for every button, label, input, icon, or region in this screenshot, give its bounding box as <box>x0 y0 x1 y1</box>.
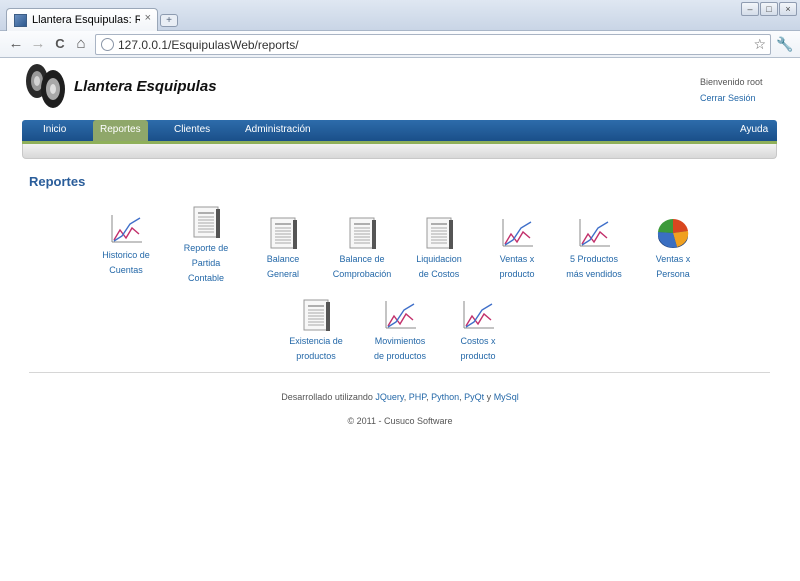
home-icon[interactable]: ⌂ <box>72 35 90 53</box>
line-chart-icon <box>477 216 557 250</box>
report-link[interactable]: Historico de Cuentas <box>86 212 166 278</box>
php-link[interactable]: PHP <box>409 392 426 402</box>
report-label: Cuentas <box>109 265 143 275</box>
report-label: más vendidos <box>566 269 622 279</box>
report-label: Balance <box>266 254 300 264</box>
logout-link[interactable]: Cerrar Sesión <box>700 93 756 103</box>
report-label: de Costos <box>418 269 460 279</box>
document-icon <box>166 205 246 239</box>
report-label: General <box>266 269 300 279</box>
report-label: Ventas x <box>499 254 535 264</box>
report-link[interactable]: Liquidacion de Costos <box>399 216 479 282</box>
report-label: Contable <box>187 273 225 283</box>
sub-nav-bar <box>22 144 777 159</box>
report-link[interactable]: Costos x producto <box>438 298 518 364</box>
report-label: Movimientos <box>374 336 426 346</box>
back-arrow-icon[interactable]: ← <box>7 35 25 53</box>
line-chart-icon <box>360 298 440 332</box>
credits-text: Desarrollado utilizando JQuery, PHP, Pyt… <box>281 392 519 402</box>
line-chart-icon <box>86 212 166 246</box>
report-label: 5 Productos <box>569 254 619 264</box>
line-chart-icon <box>438 298 518 332</box>
tires-logo-icon <box>26 64 65 108</box>
python-link[interactable]: Python <box>431 392 459 402</box>
browser-tab[interactable]: Llantera Esquipulas: R... × <box>6 8 158 32</box>
minimize-button[interactable]: – <box>741 2 759 16</box>
report-label: Persona <box>656 269 690 279</box>
welcome-text: Bienvenido root <box>700 77 763 87</box>
nav-item-clientes[interactable]: Clientes <box>174 124 210 135</box>
document-icon <box>243 216 323 250</box>
jquery-link[interactable]: JQuery <box>375 392 403 402</box>
report-link[interactable]: Ventas x Persona <box>633 216 713 282</box>
new-tab-button[interactable]: + <box>160 14 178 27</box>
report-label: Comprobación <box>332 269 392 279</box>
pie-chart-icon <box>633 216 713 250</box>
document-icon <box>322 216 402 250</box>
report-link[interactable]: Reporte de Partida Contable <box>166 205 246 286</box>
wrench-icon[interactable]: 🔧 <box>776 36 793 53</box>
site-title: Llantera Esquipulas <box>74 78 217 95</box>
web-page: Llantera Esquipulas Bienvenido root Cerr… <box>0 59 800 581</box>
nav-item-inicio[interactable]: Inicio <box>43 124 66 135</box>
report-label: Liquidacion <box>416 254 462 264</box>
report-label: Partida <box>191 258 221 268</box>
nav-item-reportes[interactable]: Reportes <box>93 120 148 141</box>
report-label: Existencia de <box>289 336 343 346</box>
report-label: Costos x <box>460 336 496 346</box>
browser-toolbar: ← → C ⌂ 127.0.0.1/EsquipulasWeb/reports/… <box>0 31 800 58</box>
report-link[interactable]: Movimientos de productos <box>360 298 440 364</box>
report-label: producto <box>460 351 496 361</box>
document-icon <box>399 216 479 250</box>
browser-titlebar: Llantera Esquipulas: R... × + – □ × <box>0 0 800 32</box>
line-chart-icon <box>554 216 634 250</box>
tab-title: Llantera Esquipulas: R... <box>32 14 140 26</box>
report-link[interactable]: Existencia de productos <box>276 298 356 364</box>
report-link[interactable]: Balance de Comprobación <box>322 216 402 282</box>
report-label: Balance de <box>339 254 385 264</box>
report-label: Reporte de <box>183 243 229 253</box>
close-window-button[interactable]: × <box>779 2 797 16</box>
pyqt-link[interactable]: PyQt <box>464 392 484 402</box>
document-icon <box>276 298 356 332</box>
footer-divider <box>29 372 770 373</box>
report-label: Ventas x <box>655 254 691 264</box>
main-nav: Inicio Reportes Clientes Administración … <box>22 120 777 141</box>
page-title: Reportes <box>29 174 86 189</box>
close-tab-icon[interactable]: × <box>145 12 151 24</box>
nav-item-administracion[interactable]: Administración <box>245 124 311 135</box>
reload-icon[interactable]: C <box>51 35 69 53</box>
report-link[interactable]: 5 Productos más vendidos <box>554 216 634 282</box>
credits-prefix: Desarrollado utilizando <box>281 392 373 402</box>
report-label: productos <box>296 351 336 361</box>
favicon-icon <box>14 14 27 27</box>
mysql-link[interactable]: MySql <box>494 392 519 402</box>
bookmark-star-icon[interactable]: ☆ <box>753 36 766 53</box>
address-bar[interactable]: 127.0.0.1/EsquipulasWeb/reports/ ☆ <box>95 34 771 55</box>
report-link[interactable]: Balance General <box>243 216 323 282</box>
report-label: Historico de <box>102 250 150 260</box>
forward-arrow-icon[interactable]: → <box>29 35 47 53</box>
report-label: producto <box>499 269 535 279</box>
report-link[interactable]: Ventas x producto <box>477 216 557 282</box>
maximize-button[interactable]: □ <box>760 2 778 16</box>
url-text[interactable]: 127.0.0.1/EsquipulasWeb/reports/ <box>118 38 299 52</box>
nav-item-ayuda[interactable]: Ayuda <box>740 124 768 135</box>
copyright-text: © 2011 - Cusuco Software <box>347 416 453 426</box>
report-label: de productos <box>373 351 427 361</box>
globe-icon <box>101 38 114 51</box>
